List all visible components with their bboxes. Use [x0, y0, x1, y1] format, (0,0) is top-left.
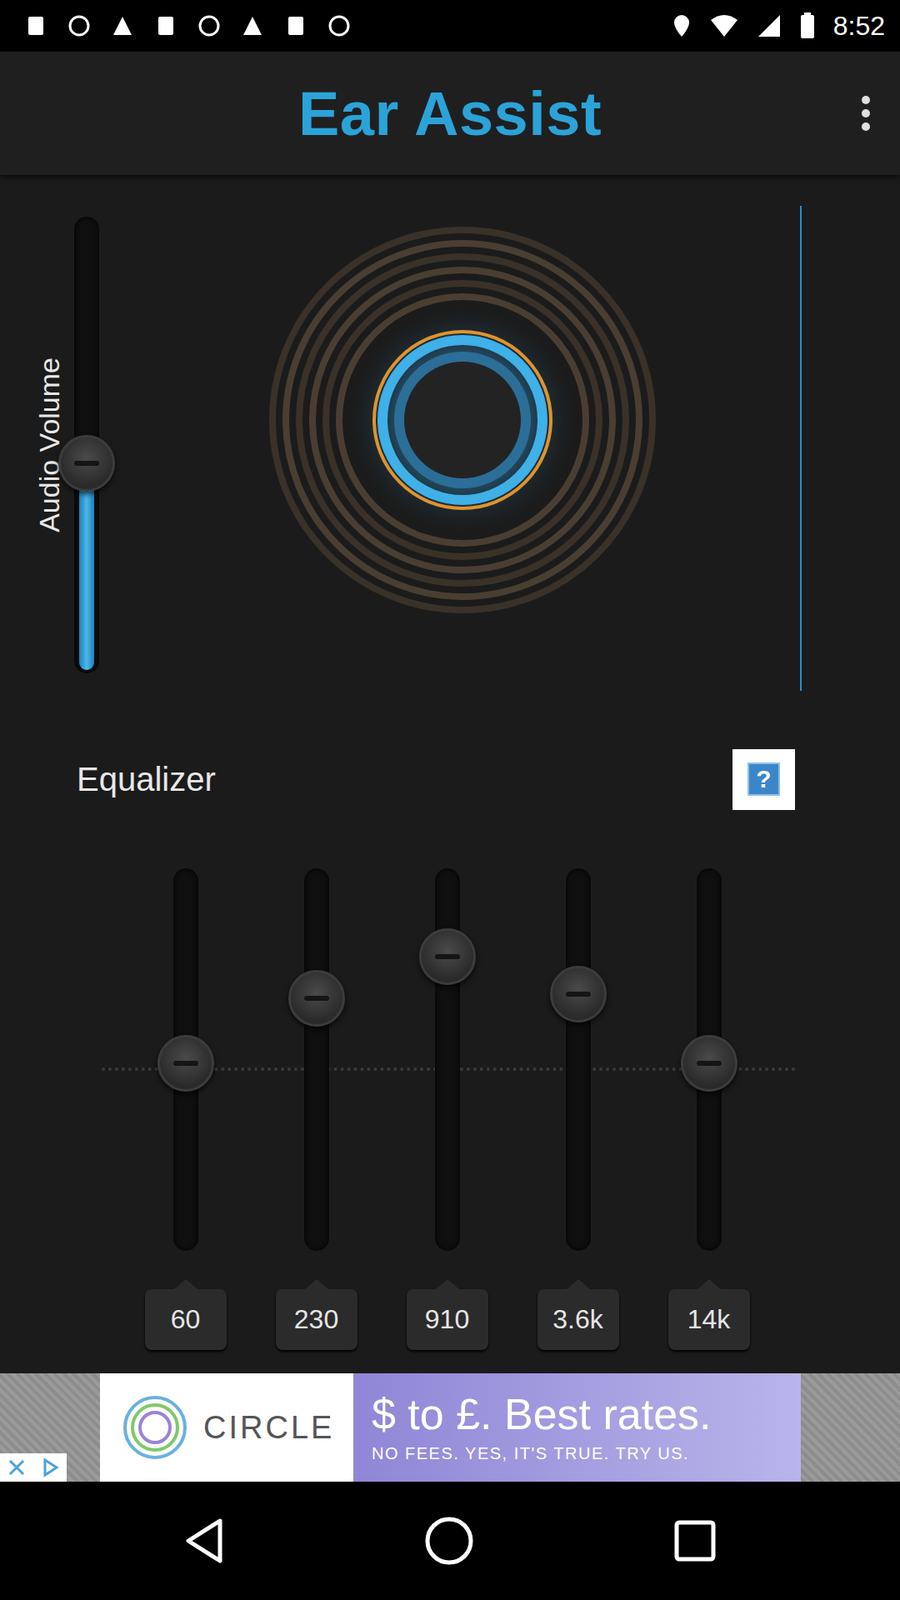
app-title: Ear Assist: [298, 78, 602, 150]
slider-thumb[interactable]: [419, 928, 476, 985]
notification-icon: [66, 13, 92, 39]
circle-logo-icon: [121, 1394, 189, 1461]
app-bar: Ear Assist: [0, 51, 900, 175]
navigation-bar: [0, 1481, 900, 1600]
system-icons: 8:52: [671, 10, 885, 42]
status-bar: 8:52: [0, 0, 900, 52]
help-button[interactable]: ?: [732, 749, 795, 810]
notification-icons: [23, 13, 352, 39]
sound-rings-icon: [262, 220, 663, 620]
equalizer-header: Equalizer?: [0, 725, 900, 842]
band-slider[interactable]: [696, 868, 722, 1251]
band-slider[interactable]: [173, 868, 199, 1251]
band-label: 910: [406, 1289, 489, 1350]
slider-thumb[interactable]: [550, 965, 607, 1023]
notification-icon: [283, 13, 309, 39]
equalizer-label: Equalizer: [76, 760, 216, 799]
ad-subline: NO FEES. YES, IT'S TRUE. TRY US.: [371, 1444, 801, 1464]
notification-icon: [196, 13, 222, 39]
thumb-grip: [565, 991, 591, 997]
band-label: 14k: [668, 1289, 750, 1350]
ad-banner[interactable]: CIRCLE $ to £. Best rates. NO FEES. YES, I…: [0, 1373, 900, 1482]
equalizer: 60 230 910 3.6k 14k: [0, 841, 900, 1350]
recents-icon[interactable]: [673, 1519, 717, 1563]
ad-close[interactable]: [0, 1453, 67, 1482]
band: 3.6k: [512, 868, 644, 1350]
slider-thumb[interactable]: [288, 970, 345, 1027]
screen: 8:52 Ear Assist Audio Volume Equalizer? 60 23…: [0, 0, 900, 1600]
home-icon[interactable]: [424, 1515, 475, 1566]
more-vert-icon: [860, 95, 871, 132]
thumb-grip: [435, 954, 460, 960]
notification-icon: [240, 13, 265, 39]
band: 230: [250, 868, 382, 1350]
band-label: 3.6k: [537, 1289, 620, 1350]
overflow-menu-button[interactable]: [853, 88, 879, 139]
notification-icon: [23, 13, 49, 39]
level-line: [800, 205, 802, 691]
ad-brand: CIRCLE: [203, 1410, 335, 1446]
band-slider[interactable]: [565, 868, 591, 1251]
slider-fill: [79, 466, 95, 670]
band-slider[interactable]: [435, 868, 460, 1251]
band: 910: [381, 868, 513, 1350]
thumb-grip: [173, 1060, 199, 1066]
close-icon: [6, 1457, 27, 1478]
ad-headline: $ to £. Best rates.: [371, 1392, 801, 1436]
thumb-grip: [696, 1060, 722, 1066]
band-slider[interactable]: [304, 868, 330, 1251]
location-icon: [671, 13, 692, 39]
visualizer: [99, 216, 800, 620]
band: 14k: [643, 868, 775, 1350]
band-row: 60 230 910 3.6k 14k: [120, 868, 900, 1350]
ad-logo: CIRCLE: [100, 1373, 354, 1482]
volume-control: Audio Volume: [33, 216, 100, 674]
adchoices-icon: [40, 1457, 60, 1478]
help-text: ?: [747, 762, 780, 796]
content: Audio Volume Equalizer? 60 230 910 3.6k 14k: [0, 175, 900, 1374]
thumb-grip: [74, 460, 100, 466]
thumb-grip: [304, 995, 330, 1001]
band: 60: [120, 868, 251, 1350]
back-icon[interactable]: [183, 1517, 225, 1565]
battery-icon: [800, 12, 815, 40]
volume-slider[interactable]: [74, 216, 100, 674]
notification-icon: [153, 13, 179, 39]
volume-section: Audio Volume: [0, 175, 900, 725]
slider-thumb[interactable]: [58, 435, 115, 492]
volume-label: Audio Volume: [33, 357, 66, 533]
band-label: 230: [275, 1289, 358, 1350]
slider-thumb[interactable]: [680, 1035, 738, 1092]
status-time: 8:52: [833, 10, 885, 42]
slider-thumb[interactable]: [157, 1035, 215, 1092]
band-label: 60: [145, 1289, 227, 1350]
ad-panel: $ to £. Best rates. NO FEES. YES, IT'S TR…: [353, 1373, 801, 1482]
wifi-icon: [710, 13, 739, 39]
notification-icon: [110, 13, 135, 39]
signal-icon: [756, 13, 782, 39]
notification-icon: [326, 13, 352, 39]
